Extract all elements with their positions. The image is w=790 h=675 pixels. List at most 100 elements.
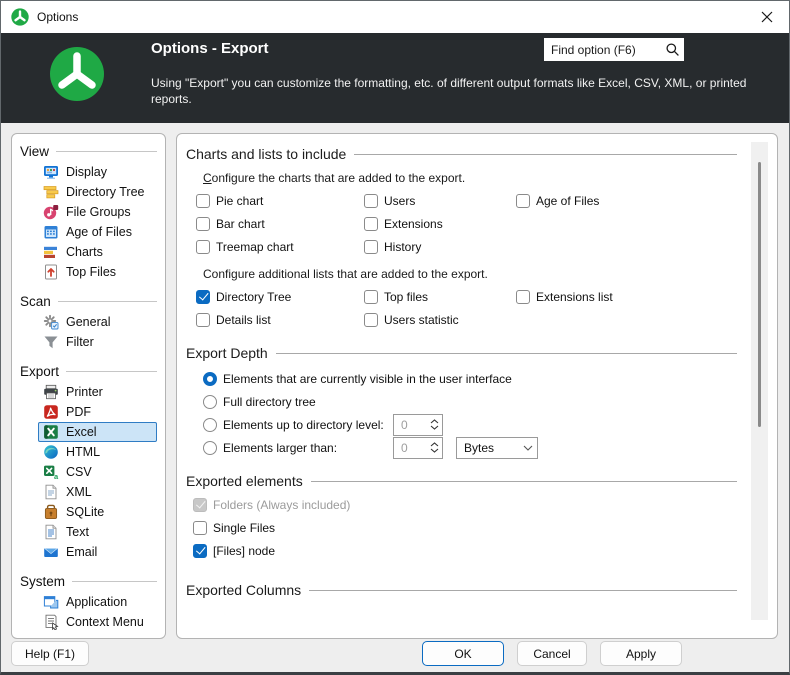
radio-elements-larger-than[interactable]: Elements larger than: 0 Bytes <box>203 436 737 459</box>
sidebar-item[interactable]: Context Menu <box>38 612 157 632</box>
sidebar-item[interactable]: PDF <box>38 402 157 422</box>
sidebar-item[interactable]: Filter <box>38 332 157 352</box>
checkbox-option[interactable]: History <box>364 235 516 258</box>
checkbox[interactable] <box>364 194 378 208</box>
svg-text:a: a <box>54 472 59 480</box>
sidebar-item[interactable]: Application <box>38 592 157 612</box>
close-icon <box>761 11 773 23</box>
checkbox[interactable] <box>193 521 207 535</box>
file-groups-icon <box>43 204 59 220</box>
spinner-up-icon[interactable] <box>430 442 439 447</box>
spinner-up-icon[interactable] <box>430 419 439 424</box>
sidebar-item-label: Printer <box>66 385 103 399</box>
size-spinner[interactable]: 0 <box>393 437 443 459</box>
radio-button[interactable] <box>203 441 217 455</box>
sidebar-item[interactable]: Charts <box>38 242 157 262</box>
sidebar-item[interactable]: Printer <box>38 382 157 402</box>
checkbox-option[interactable]: Age of Files <box>516 189 737 212</box>
checkbox[interactable] <box>196 240 210 254</box>
checkbox[interactable] <box>364 290 378 304</box>
checkbox[interactable] <box>364 313 378 327</box>
checkbox-option[interactable]: Extensions <box>364 212 516 235</box>
sidebar-group-export: Export <box>12 360 165 382</box>
checkbox-option[interactable]: Folders (Always included) <box>193 493 737 516</box>
spinner-down-icon[interactable] <box>430 425 439 430</box>
checkbox[interactable] <box>193 498 207 512</box>
checkbox-option[interactable]: Extensions list <box>516 285 737 308</box>
sidebar-item[interactable]: Email <box>38 542 157 562</box>
settings-panel: Charts and lists to include Configure th… <box>176 133 778 639</box>
apply-button[interactable]: Apply <box>600 641 682 666</box>
checkbox-option[interactable]: Bar chart <box>196 212 364 235</box>
checkbox[interactable] <box>516 194 530 208</box>
sidebar-item[interactable]: SQLite <box>38 502 157 522</box>
checkbox[interactable] <box>196 217 210 231</box>
directory-tree-icon <box>43 184 59 200</box>
find-option-input[interactable] <box>551 43 665 57</box>
email-icon <box>43 544 59 560</box>
sidebar-item[interactable]: Text <box>38 522 157 542</box>
size-unit-dropdown[interactable]: Bytes <box>456 437 538 459</box>
checkbox-option[interactable]: Users statistic <box>364 308 516 331</box>
cancel-button[interactable]: Cancel <box>517 641 587 666</box>
scrollbar-track[interactable] <box>751 142 768 620</box>
checkbox-option[interactable]: Details list <box>196 308 364 331</box>
checkbox[interactable] <box>364 240 378 254</box>
radio-button[interactable] <box>203 395 217 409</box>
sidebar-item-label: CSV <box>66 465 92 479</box>
checkbox[interactable] <box>364 217 378 231</box>
sidebar-group-system-items: ApplicationContext Menu <box>12 592 165 632</box>
checkbox-option[interactable]: Users <box>364 189 516 212</box>
sidebar-item[interactable]: Age of Files <box>38 222 157 242</box>
checkbox-option[interactable]: Single Files <box>193 516 737 539</box>
checkbox-option[interactable]: Pie chart <box>196 189 364 212</box>
sidebar-item[interactable]: Display <box>38 162 157 182</box>
checkbox[interactable] <box>193 544 207 558</box>
ok-button[interactable]: OK <box>422 641 504 666</box>
checkbox-option[interactable]: Directory Tree <box>196 285 364 308</box>
radio-full-directory-tree[interactable]: Full directory tree <box>203 390 737 413</box>
checkbox[interactable] <box>196 313 210 327</box>
directory-level-spinner[interactable]: 0 <box>393 414 443 436</box>
sidebar-item[interactable]: HTML <box>38 442 157 462</box>
sidebar-item[interactable]: Top Files <box>38 262 157 282</box>
radio-visible-elements[interactable]: Elements that are currently visible in t… <box>203 367 737 390</box>
checkbox-option[interactable]: Top files <box>364 285 516 308</box>
sidebar-item[interactable]: File Groups <box>38 202 157 222</box>
sidebar-item-label: XML <box>66 485 92 499</box>
sidebar-group-label: Scan <box>20 294 51 309</box>
checkbox-option[interactable]: [Files] node <box>193 539 737 562</box>
sidebar-group-view: View <box>12 140 165 162</box>
csv-icon: a <box>43 464 59 480</box>
excel-icon <box>43 424 59 440</box>
lists-caption: Configure additional lists that are adde… <box>203 267 737 281</box>
section-exported-columns: Exported Columns <box>186 582 737 598</box>
divider <box>56 151 157 152</box>
scrollbar-thumb[interactable] <box>758 162 761 427</box>
radio-button[interactable] <box>203 418 217 432</box>
top-files-icon <box>43 264 59 280</box>
sidebar-item[interactable]: Directory Tree <box>38 182 157 202</box>
sidebar-item[interactable]: General <box>38 312 157 332</box>
close-button[interactable] <box>744 1 789 33</box>
radio-elements-up-to-level[interactable]: Elements up to directory level: 0 <box>203 413 737 436</box>
app-logo-icon <box>11 8 29 26</box>
help-button[interactable]: Help (F1) <box>11 641 89 666</box>
search-box <box>544 38 684 61</box>
divider <box>58 301 157 302</box>
spinner-down-icon[interactable] <box>430 448 439 453</box>
sidebar-item[interactable]: XML <box>38 482 157 502</box>
checkbox-option[interactable]: Treemap chart <box>196 235 364 258</box>
titlebar: Options <box>1 1 789 33</box>
radio-button[interactable] <box>203 372 217 386</box>
general-icon <box>43 314 59 330</box>
exported-elements-list: Folders (Always included)Single Files[Fi… <box>193 493 737 562</box>
sidebar-item[interactable]: a CSV <box>38 462 157 482</box>
charts-caption: Configure the charts that are added to t… <box>203 171 737 185</box>
sidebar-item[interactable]: Excel <box>38 422 157 442</box>
checkbox[interactable] <box>196 290 210 304</box>
checkbox[interactable] <box>516 290 530 304</box>
page-description: Using "Export" you can customize the for… <box>151 75 759 107</box>
sidebar-item-label: HTML <box>66 445 100 459</box>
checkbox[interactable] <box>196 194 210 208</box>
